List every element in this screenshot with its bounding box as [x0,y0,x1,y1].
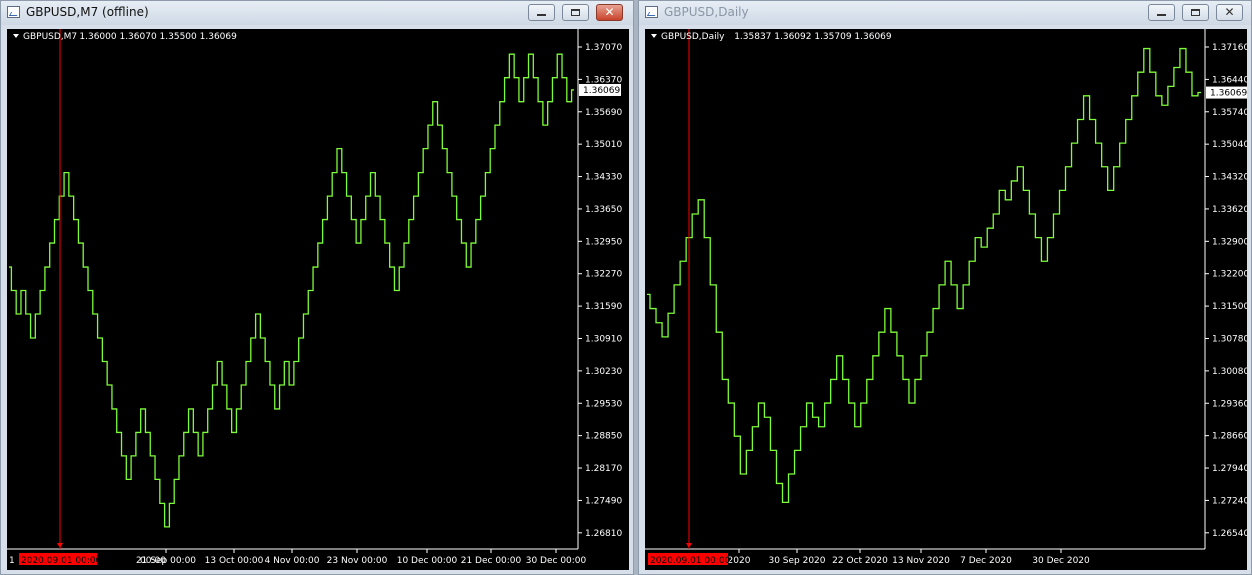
minimize-icon [537,14,546,16]
price-tick-label: 1.31590 [585,302,622,312]
time-tick-label: 1 [9,556,15,566]
maximize-icon [571,9,580,16]
price-tick-label: 1.32200 [1212,270,1247,280]
titlebar[interactable]: GBPUSD,M7 (offline) ✕ [1,1,633,25]
time-tick-label: 10 Dec 00:00 [397,556,458,566]
minimize-button[interactable] [528,4,555,21]
price-tick-label: 1.32270 [585,270,622,280]
price-tick-label: 1.32900 [1212,237,1247,247]
price-tick-label: 1.30080 [1212,367,1247,377]
time-tick-label: 2020 [728,556,751,566]
crosshair-time-label: 2020.09.01 00:00 [650,556,731,566]
price-tick-label: 1.28660 [1212,432,1247,442]
close-icon: ✕ [1224,5,1235,19]
window-title: GBPUSD,Daily [664,5,749,19]
symbol-dropdown-icon [13,34,19,38]
time-tick-label: 13 Oct 00:00 [205,556,264,566]
titlebar[interactable]: GBPUSD,Daily ✕ [639,1,1251,25]
time-tick-label: 21 Dec 00:00 [461,556,522,566]
ohlc-values: 1.36000 1.36070 1.35500 1.36069 [79,32,237,42]
close-button[interactable]: ✕ [1216,4,1243,21]
maximize-button[interactable] [1182,4,1209,21]
crosshair-time-label: 2020.09.01 00:00 [21,556,102,566]
chart-window-icon [7,6,20,18]
chart-svg-m7[interactable]: 1.37070 1.36370 1.35690 1.35010 1.34330 1.336… [7,29,629,570]
price-tick-label: 1.27940 [1212,464,1247,474]
price-tick-label: 1.31500 [1212,302,1247,312]
price-tick-label: 1.37160 [1212,43,1247,53]
close-button[interactable]: ✕ [596,4,623,21]
price-tick-label: 1.26540 [1212,529,1247,539]
chart-window-icon [645,6,658,18]
crosshair-marker [686,543,692,548]
chart-svg-daily[interactable]: 1.37160 1.36440 1.35740 1.35040 1.34320 1.336… [645,29,1247,570]
price-tick-label: 1.30910 [585,334,622,344]
minimize-button[interactable] [1148,4,1175,21]
price-tick-label: 1.34330 [585,173,622,183]
maximize-button[interactable] [562,4,589,21]
price-tick-label: 1.32950 [585,237,622,247]
price-tick-label: 1.35690 [585,108,622,118]
crosshair-marker [57,543,63,548]
price-series-line [647,47,1201,503]
price-tick-label: 1.35040 [1212,140,1247,150]
price-tick-label: 1.28170 [585,464,622,474]
symbol-dropdown-icon [651,34,657,38]
price-tick-label: 1.34320 [1212,173,1247,183]
current-price-label: 1.36069 [1210,89,1247,99]
chart-window-m7: GBPUSD,M7 (offline) ✕ 1.37070 1.36370 1.35… [0,0,634,575]
symbol-label: GBPUSD,Daily [661,32,725,42]
price-tick-label: 1.36370 [585,75,622,85]
time-tick-label: 22 Oct 2020 [832,556,888,566]
price-tick-label: 1.33650 [585,205,622,215]
price-tick-label: 1.35010 [585,140,622,150]
ohlc-values: 1.35837 1.36092 1.35709 1.36069 [734,32,892,42]
price-tick-label: 1.30230 [585,367,622,377]
chart-window-daily: GBPUSD,Daily ✕ 1.37160 1.36440 1.35740 1.35… [638,0,1252,575]
time-tick-label: 21 Sep 00:00 [136,556,196,566]
time-tick-label: 30 Dec 00:00 [526,556,587,566]
price-tick-label: 1.36440 [1212,75,1247,85]
price-series-line [9,53,574,528]
price-tick-label: 1.30780 [1212,334,1247,344]
window-title: GBPUSD,M7 (offline) [26,5,149,19]
chart-canvas[interactable]: 1.37160 1.36440 1.35740 1.35040 1.34320 1.336… [645,29,1247,570]
minimize-icon [1157,14,1166,16]
symbol-label: GBPUSD,M7 [23,32,77,42]
time-tick-label: 30 Dec 2020 [1032,556,1090,566]
time-tick-label: 7 Dec 2020 [960,556,1012,566]
price-tick-label: 1.33620 [1212,205,1247,215]
price-tick-label: 1.29360 [1212,399,1247,409]
close-icon: ✕ [604,5,615,19]
time-tick-label: 13 Nov 2020 [892,556,950,566]
current-price-label: 1.36069 [583,86,620,96]
price-tick-label: 1.29530 [585,399,622,409]
price-tick-label: 1.37070 [585,43,622,53]
time-tick-label: 30 Sep 2020 [768,556,825,566]
chart-canvas[interactable]: 1.37070 1.36370 1.35690 1.35010 1.34330 1.336… [7,29,629,570]
maximize-icon [1191,9,1200,16]
price-tick-label: 1.35740 [1212,108,1247,118]
price-tick-label: 1.27240 [1212,496,1247,506]
price-tick-label: 1.28850 [585,432,622,442]
price-tick-label: 1.27490 [585,496,622,506]
time-tick-label: 4 Nov 00:00 [265,556,320,566]
price-tick-label: 1.26810 [585,529,622,539]
time-tick-label: 23 Nov 00:00 [327,556,388,566]
